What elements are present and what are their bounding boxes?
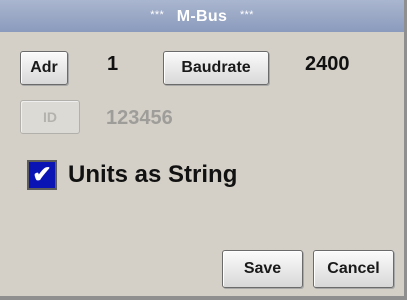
title-prefix: *** xyxy=(150,9,165,21)
checkmark-icon: ✔ xyxy=(32,161,52,187)
baudrate-button[interactable]: Baudrate xyxy=(163,51,269,85)
mbus-dialog: *** M-Bus *** Adr 1 Baudrate 2400 ID 123… xyxy=(0,0,407,300)
address-value: 1 xyxy=(107,53,119,75)
title-suffix: *** xyxy=(239,9,254,21)
dialog-title: M-Bus xyxy=(176,8,228,25)
baudrate-value: 2400 xyxy=(305,53,350,75)
units-as-string-label[interactable]: Units as String xyxy=(68,161,237,189)
title-bar: *** M-Bus *** xyxy=(0,0,404,32)
id-button: ID xyxy=(20,100,80,134)
save-button[interactable]: Save xyxy=(222,250,303,288)
id-value: 123456 xyxy=(106,107,173,129)
cancel-button[interactable]: Cancel xyxy=(313,250,394,288)
address-button[interactable]: Adr xyxy=(20,51,68,85)
units-as-string-checkbox[interactable]: ✔ xyxy=(27,160,57,190)
